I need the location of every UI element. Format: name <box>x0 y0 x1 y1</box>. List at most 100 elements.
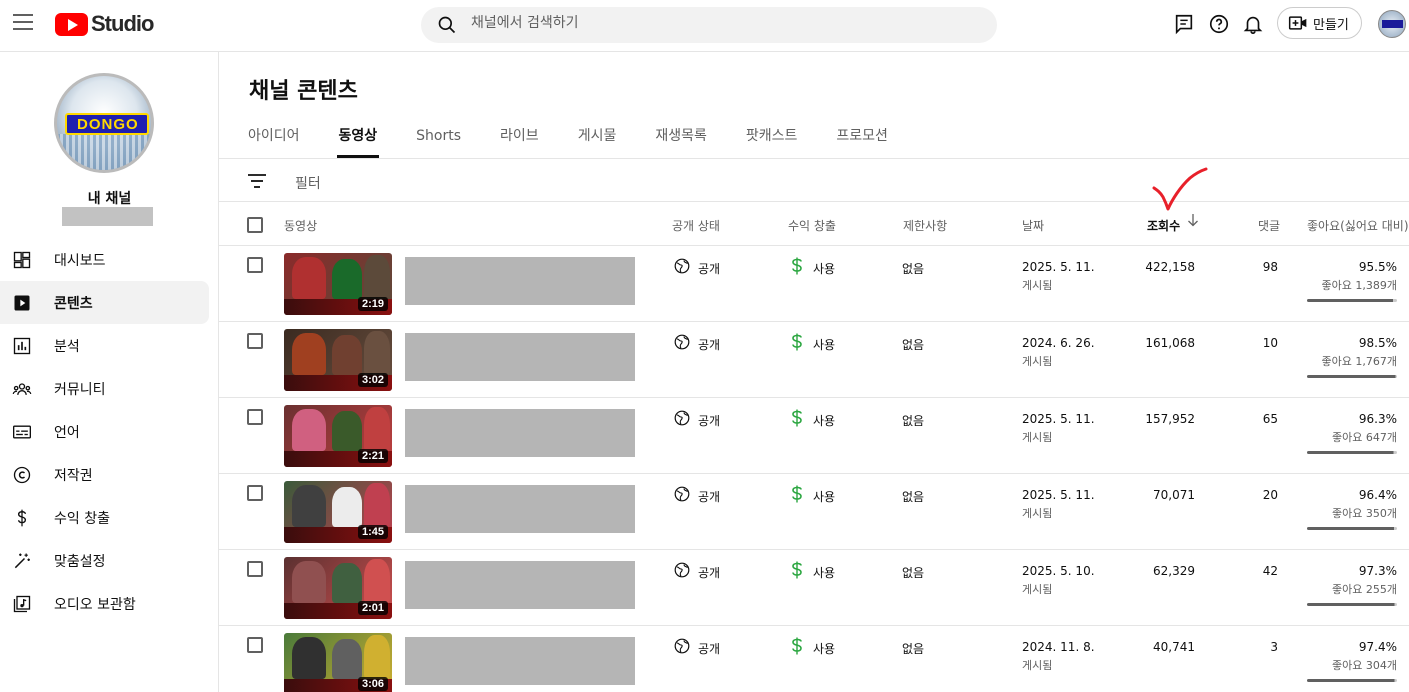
monetization-status[interactable]: 사용 <box>813 260 835 277</box>
sidebar-item-analytics[interactable]: 분석 <box>0 324 209 367</box>
column-comments[interactable]: 댓글 <box>1258 217 1280 234</box>
column-restrictions[interactable]: 제한사항 <box>903 217 947 234</box>
tab-videos[interactable]: 동영상 <box>336 118 379 158</box>
tab-playlists[interactable]: 재생목록 <box>655 118 707 158</box>
tab-promotions[interactable]: 프로모션 <box>836 118 888 158</box>
sidebar-item-monetization[interactable]: 수익 창출 <box>0 496 209 539</box>
visibility-status[interactable]: 공개 <box>698 488 720 505</box>
sidebar-item-label: 맞춤설정 <box>54 553 106 570</box>
video-thumbnail[interactable]: 2:21 <box>284 405 392 467</box>
monetization-status[interactable]: 사용 <box>813 488 835 505</box>
video-thumbnail[interactable]: 3:06 <box>284 633 392 692</box>
row-checkbox[interactable] <box>247 485 263 501</box>
row-checkbox[interactable] <box>247 409 263 425</box>
sidebar-item-languages[interactable]: 언어 <box>0 410 209 453</box>
sidebar-item-content[interactable]: 콘텐츠 <box>0 281 209 324</box>
search-input[interactable] <box>471 15 951 31</box>
select-all-checkbox[interactable] <box>247 217 263 233</box>
video-duration: 2:21 <box>357 449 388 463</box>
like-ratio-bar <box>1307 375 1397 378</box>
visibility-status[interactable]: 공개 <box>698 336 720 353</box>
like-ratio-bar <box>1307 451 1397 454</box>
table-row[interactable]: 2:19 공개 사용 없음 2025. 5. 11. 게시됨 422,158 9… <box>219 246 1409 322</box>
row-checkbox[interactable] <box>247 257 263 273</box>
channel-logo: DONGO <box>65 113 149 135</box>
publish-date: 2025. 5. 11. <box>1022 412 1095 426</box>
monetization-status[interactable]: 사용 <box>813 564 835 581</box>
column-views[interactable]: 조회수 <box>1147 217 1180 234</box>
video-duration: 2:01 <box>357 601 388 615</box>
globe-icon <box>674 334 690 350</box>
like-ratio-bar <box>1307 603 1397 606</box>
content-icon <box>14 295 30 310</box>
view-count: 40,741 <box>1153 640 1195 654</box>
filter-input[interactable]: 필터 <box>295 173 321 193</box>
video-thumbnail[interactable]: 2:19 <box>284 253 392 315</box>
tab-live[interactable]: 라이브 <box>500 118 539 158</box>
sidebar-item-customization[interactable]: 맞춤설정 <box>0 539 209 582</box>
sidebar-item-community[interactable]: 커뮤니티 <box>0 367 209 410</box>
monetization-status[interactable]: 사용 <box>813 640 835 657</box>
tab-podcasts[interactable]: 팟캐스트 <box>746 118 798 158</box>
tab-posts[interactable]: 게시물 <box>578 118 617 158</box>
search-icon[interactable] <box>437 15 457 35</box>
notifications-icon[interactable] <box>1242 13 1264 35</box>
monetization-status[interactable]: 사용 <box>813 412 835 429</box>
table-row[interactable]: 2:01 공개 사용 없음 2025. 5. 10. 게시됨 62,329 42… <box>219 550 1409 626</box>
like-count: 좋아요 350개 <box>1332 507 1397 520</box>
top-bar: Studio 만들기 <box>0 0 1409 52</box>
video-thumbnail[interactable]: 2:01 <box>284 557 392 619</box>
monetization-status[interactable]: 사용 <box>813 336 835 353</box>
community-icon <box>12 382 32 395</box>
create-button[interactable]: 만들기 <box>1277 7 1362 39</box>
tab-shorts[interactable]: Shorts <box>416 118 461 158</box>
help-icon[interactable] <box>1208 13 1230 35</box>
sidebar-item-copyright[interactable]: 저작권 <box>0 453 209 496</box>
menu-icon[interactable] <box>13 14 33 30</box>
like-count: 좋아요 304개 <box>1332 659 1397 672</box>
view-count: 62,329 <box>1153 564 1195 578</box>
audio-library-icon <box>13 595 31 612</box>
publish-status: 게시됨 <box>1022 659 1053 672</box>
visibility-status[interactable]: 공개 <box>698 640 720 657</box>
table-row[interactable]: 3:06 공개 사용 없음 2024. 11. 8. 게시됨 40,741 3 … <box>219 626 1409 692</box>
studio-logo[interactable]: Studio <box>55 11 154 36</box>
restrictions-status: 없음 <box>902 566 925 580</box>
row-checkbox[interactable] <box>247 637 263 653</box>
view-count: 70,071 <box>1153 488 1195 502</box>
sidebar-item-dashboard[interactable]: 대시보드 <box>0 238 209 281</box>
globe-icon <box>674 638 690 654</box>
sidebar-item-label: 대시보드 <box>54 252 106 269</box>
visibility-status[interactable]: 공개 <box>698 412 720 429</box>
visibility-status[interactable]: 공개 <box>698 260 720 277</box>
video-thumbnail[interactable]: 3:02 <box>284 329 392 391</box>
row-checkbox[interactable] <box>247 333 263 349</box>
column-visibility[interactable]: 공개 상태 <box>672 217 720 234</box>
column-likes[interactable]: 좋아요(싫어요 대비) <box>1307 217 1409 234</box>
sidebar-item-audio-library[interactable]: 오디오 보관함 <box>0 582 209 625</box>
comment-count: 10 <box>1262 336 1278 350</box>
account-avatar[interactable] <box>1378 10 1406 38</box>
column-date[interactable]: 날짜 <box>1022 217 1044 234</box>
create-video-icon <box>1288 16 1307 30</box>
tab-ideas[interactable]: 아이디어 <box>248 118 300 158</box>
channel-avatar[interactable]: DONGO <box>54 73 154 173</box>
visibility-status[interactable]: 공개 <box>698 564 720 581</box>
filter-icon[interactable] <box>247 172 267 190</box>
like-percentage: 97.3% <box>1358 564 1397 578</box>
feedback-icon[interactable] <box>1173 13 1195 35</box>
table-row[interactable]: 1:45 공개 사용 없음 2025. 5. 11. 게시됨 70,071 20… <box>219 474 1409 550</box>
dollar-icon <box>792 333 802 351</box>
row-checkbox[interactable] <box>247 561 263 577</box>
video-thumbnail[interactable]: 1:45 <box>284 481 392 543</box>
table-row[interactable]: 3:02 공개 사용 없음 2024. 6. 26. 게시됨 161,068 1… <box>219 322 1409 398</box>
publish-status: 게시됨 <box>1022 431 1053 444</box>
column-monetization[interactable]: 수익 창출 <box>788 217 836 234</box>
search-bar[interactable] <box>421 7 997 43</box>
globe-icon <box>674 258 690 274</box>
dollar-icon <box>792 637 802 655</box>
sort-descending-icon[interactable] <box>1187 213 1199 227</box>
video-title-redacted <box>405 409 635 457</box>
youtube-play-icon <box>55 12 88 36</box>
table-row[interactable]: 2:21 공개 사용 없음 2025. 5. 11. 게시됨 157,952 6… <box>219 398 1409 474</box>
